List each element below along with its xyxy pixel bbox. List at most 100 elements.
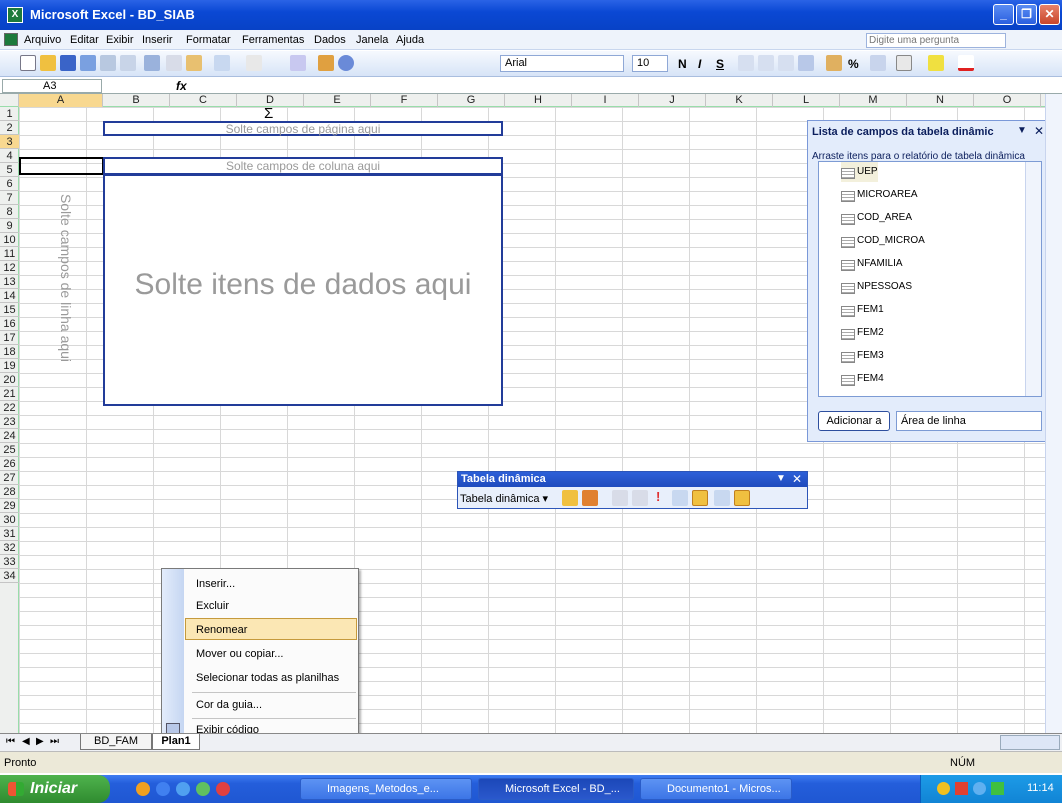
menu-ajuda[interactable]: Ajuda [396,34,424,46]
quicklaunch-browser-icon[interactable] [176,782,190,796]
excel-app-icon[interactable]: X [7,7,23,23]
menu-item-cor-guia[interactable]: Cor da guia... [186,694,356,716]
column-header[interactable]: B [103,94,170,107]
field-item[interactable]: COD_AREA [841,208,912,228]
row-header[interactable]: 25 [0,443,19,457]
row-header[interactable]: 16 [0,317,19,331]
row-header[interactable]: 8 [0,205,19,219]
show-field-list-icon[interactable] [734,490,750,506]
refresh-data-icon[interactable]: ! [656,489,660,504]
pivot-toolbar-close-icon[interactable]: ✕ [792,472,802,486]
align-center-icon[interactable] [758,55,774,71]
area-select[interactable]: Área de linha [896,411,1042,431]
quicklaunch-outlook-icon[interactable] [136,782,150,796]
font-size-select[interactable]: 10 [632,55,668,72]
menu-janela[interactable]: Janela [356,34,388,46]
field-item[interactable]: FEM1 [841,300,884,320]
security-icon[interactable] [937,782,950,795]
task-imagens[interactable]: Imagens_Metodos_e... [300,778,472,800]
field-settings-icon[interactable] [714,490,730,506]
row-header[interactable]: 34 [0,569,19,583]
page-drop-zone[interactable]: Solte campos de página aqui [103,121,503,136]
print-icon[interactable] [100,55,116,71]
permission-icon[interactable] [80,55,96,71]
help-icon[interactable] [338,55,354,71]
paste-icon[interactable] [186,55,202,71]
row-header[interactable]: 24 [0,429,19,443]
row-header[interactable]: 11 [0,247,19,261]
row-header[interactable]: 33 [0,555,19,569]
antivirus-icon[interactable] [955,782,968,795]
row-header[interactable]: 18 [0,345,19,359]
horizontal-scrollbar[interactable] [1000,735,1060,750]
column-header[interactable]: H [505,94,572,107]
sheet-tab-bd-fam[interactable]: BD_FAM [80,734,152,750]
row-header[interactable]: 30 [0,513,19,527]
chart-wizard-icon[interactable] [318,55,334,71]
clock[interactable]: 11:14 [1027,782,1054,794]
data-drop-zone[interactable]: Solte itens de dados aqui [103,174,503,406]
pivot-toolbar-options-icon[interactable]: ▼ [776,473,786,484]
network-icon[interactable] [973,782,986,795]
underline-button[interactable]: S [716,57,724,71]
menu-exibir[interactable]: Exibir [106,34,134,46]
hide-detail-icon[interactable] [612,490,628,506]
menu-ferramentas[interactable]: Ferramentas [242,34,304,46]
row-header[interactable]: 4 [0,149,19,163]
always-display-items-icon[interactable] [692,490,708,506]
sort-ascending-icon[interactable] [290,55,306,71]
save-icon[interactable] [60,55,76,71]
menu-item-excluir[interactable]: Excluir [186,595,356,617]
field-item[interactable]: FEM2 [841,323,884,343]
percent-button[interactable]: % [848,57,859,71]
merge-center-icon[interactable] [798,55,814,71]
row-header[interactable]: 13 [0,275,19,289]
menu-editar[interactable]: Editar [70,34,99,46]
first-sheet-icon[interactable]: ⏮ [6,736,15,747]
row-header[interactable]: 10 [0,233,19,247]
column-header[interactable]: C [170,94,237,107]
row-header[interactable]: 28 [0,485,19,499]
field-item[interactable]: NFAMILIA [841,254,903,274]
spelling-icon[interactable] [144,55,160,71]
fill-color-icon[interactable] [928,55,944,71]
undo-icon[interactable] [214,55,230,71]
name-box[interactable]: A3 [2,79,102,93]
column-header[interactable]: M [840,94,907,107]
help-search-input[interactable]: Digite uma pergunta [866,33,1006,48]
column-header[interactable]: A [19,94,103,107]
include-hidden-icon[interactable] [672,490,688,506]
field-list-scrollbar[interactable] [1025,162,1041,396]
field-item[interactable]: UEP [841,162,878,182]
task-excel[interactable]: Microsoft Excel - BD_... [478,778,634,800]
vertical-scrollbar[interactable] [1045,94,1062,733]
function-icon[interactable]: fx [176,79,187,93]
row-header[interactable]: 31 [0,527,19,541]
row-header[interactable]: 21 [0,387,19,401]
menu-item-inserir[interactable]: Inserir... [186,573,356,595]
column-header[interactable]: L [773,94,840,107]
pivot-chart-icon[interactable] [582,490,598,506]
column-header[interactable]: J [639,94,706,107]
next-sheet-icon[interactable]: ▶ [36,736,44,747]
field-item[interactable]: COD_MICROA [841,231,925,251]
row-header[interactable]: 27 [0,471,19,485]
row-header[interactable]: 6 [0,177,19,191]
last-sheet-icon[interactable]: ⏭ [50,736,59,747]
add-to-button[interactable]: Adicionar a [818,411,890,431]
restore-button[interactable]: ❐ [1016,4,1037,25]
row-header[interactable]: 20 [0,373,19,387]
row-header[interactable]: 12 [0,261,19,275]
format-report-icon[interactable] [562,490,578,506]
align-right-icon[interactable] [778,55,794,71]
menu-item-renomear[interactable]: Renomear [185,618,357,640]
quicklaunch-messenger-icon[interactable] [196,782,210,796]
field-item[interactable]: MICROAREA [841,185,918,205]
column-header[interactable]: D [237,94,304,107]
indent-icon[interactable] [870,55,886,71]
row-header[interactable]: 14 [0,289,19,303]
row-drop-label[interactable]: Solte campos de linha aqui [58,163,74,393]
row-header[interactable]: 15 [0,303,19,317]
quicklaunch-ie-icon[interactable] [156,782,170,796]
row-header[interactable]: 5 [0,163,19,177]
